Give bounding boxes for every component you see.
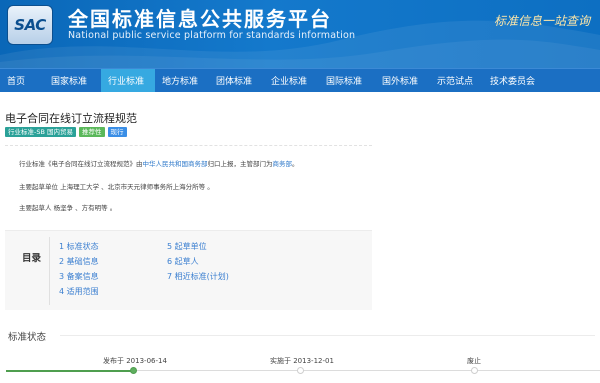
- toc-item-drafters[interactable]: 6 起草人: [167, 256, 199, 267]
- toc-item-similar-standards[interactable]: 7 相近标准(计划): [167, 271, 229, 282]
- ministry-link[interactable]: 中华人民共和国商务部: [143, 160, 208, 168]
- toc-item-scope[interactable]: 4 适用范围: [59, 286, 99, 297]
- nav-item-technical-committee[interactable]: 技术委员会: [483, 69, 553, 92]
- timeline-progress: [6, 369, 133, 372]
- status-section-title: 标准状态: [8, 332, 47, 343]
- summary-line-drafting-units: 主要起草单位 上海理工大学 、北京市天元律师事务所上海分所等 。: [19, 183, 214, 191]
- status-badge: 现行: [107, 127, 127, 137]
- nav-item-home[interactable]: 首页: [0, 69, 44, 92]
- nav-item-pilot-demo[interactable]: 示范试点: [430, 69, 483, 92]
- summary-text: 行业标准《电子合同在线订立流程规范》由: [19, 160, 143, 168]
- standard-title: 电子合同在线订立流程规范: [5, 112, 137, 125]
- toc-item-filing-info[interactable]: 3 备案信息: [59, 271, 99, 282]
- summary-line-authority: 行业标准《电子合同在线订立流程规范》由中华人民共和国商务部归口上报，主管部门为商…: [19, 158, 299, 168]
- timeline-label-abolished: 废止: [467, 357, 481, 365]
- section-divider: [60, 335, 595, 336]
- type-badge: 推荐性: [79, 127, 105, 137]
- timeline-dot-abolished: [471, 367, 478, 374]
- nav-item-national-standards[interactable]: 国家标准: [44, 69, 101, 92]
- site-header: SAC 全国标准信息公共服务平台 National public service…: [0, 0, 600, 68]
- summary-line-drafters: 主要起草人 杨坚争 、方有明等 。: [19, 204, 117, 212]
- category-badge: 行业标准-SB 国内贸易: [5, 127, 76, 137]
- timeline-label-published: 发布于 2013-06-14: [103, 357, 167, 365]
- toc-label: 目录: [22, 253, 42, 264]
- timeline-label-implemented: 实施于 2013-12-01: [270, 357, 334, 365]
- standard-summary: 行业标准《电子合同在线订立流程规范》由中华人民共和国商务部归口上报，主管部门为商…: [5, 145, 372, 225]
- nav-item-foreign-standards[interactable]: 国外标准: [375, 69, 430, 92]
- site-title: 全国标准信息公共服务平台: [68, 7, 332, 31]
- table-of-contents: 目录 1 标准状态 2 基础信息 3 备案信息 4 适用范围 5 起草单位 6 …: [5, 230, 372, 310]
- toc-item-status[interactable]: 1 标准状态: [59, 241, 99, 252]
- standard-tags: 行业标准-SB 国内贸易 推荐性 现行: [5, 127, 127, 137]
- timeline-dot-published: [130, 367, 137, 374]
- nav-item-enterprise-standards[interactable]: 企业标准: [264, 69, 319, 92]
- site-slogan: 标准信息一站查询: [493, 14, 590, 28]
- logo-text: SAC: [14, 16, 46, 34]
- sac-logo[interactable]: SAC: [7, 5, 53, 45]
- nav-item-international-standards[interactable]: 国际标准: [319, 69, 375, 92]
- nav-item-local-standards[interactable]: 地方标准: [155, 69, 209, 92]
- department-link[interactable]: 商务部: [273, 160, 293, 168]
- summary-text: 归口上报，主管部门为: [207, 160, 273, 168]
- nav-item-group-standards[interactable]: 团体标准: [209, 69, 264, 92]
- toc-divider: [49, 237, 50, 305]
- summary-text: 。: [292, 160, 299, 168]
- timeline-dot-implemented: [297, 367, 304, 374]
- toc-item-drafting-units[interactable]: 5 起草单位: [167, 241, 207, 252]
- site-subtitle: National public service platform for sta…: [68, 30, 356, 41]
- nav-item-industry-standards[interactable]: 行业标准: [101, 69, 155, 92]
- main-nav: 首页 国家标准 行业标准 地方标准 团体标准 企业标准 国际标准 国外标准 示范…: [0, 68, 600, 92]
- toc-item-basic-info[interactable]: 2 基础信息: [59, 256, 99, 267]
